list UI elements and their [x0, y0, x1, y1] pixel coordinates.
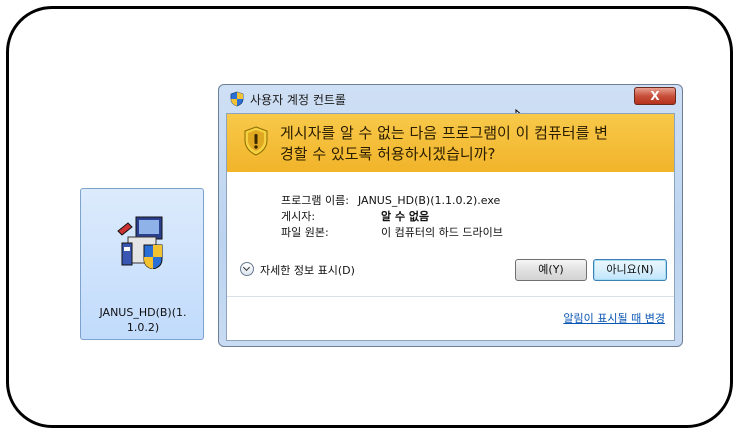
- program-info: 프로그램 이름: JANUS_HD(B)(1.1.0.2).exe 게시자: 알…: [281, 193, 511, 241]
- yes-button[interactable]: 예(Y): [515, 259, 587, 281]
- change-notification-link[interactable]: 알림이 표시될 때 변경: [563, 310, 665, 326]
- publisher-key: 게시자:: [281, 210, 316, 223]
- footer-divider: [227, 296, 674, 297]
- installer-package-icon: [117, 216, 163, 269]
- desktop-file-item[interactable]: JANUS_HD(B)(1. 1.0.2): [80, 188, 204, 340]
- warning-message: 게시자를 알 수 없는 다음 프로그램이 이 컴퓨터를 변 경할 수 있도록 허…: [280, 124, 608, 163]
- dialog-title: 사용자 계정 컨트롤: [250, 93, 346, 107]
- chevron-down-icon[interactable]: [240, 262, 254, 276]
- no-button[interactable]: 아니요(N): [593, 259, 667, 281]
- file-origin-value: 이 컴퓨터의 하드 드라이브: [381, 226, 503, 239]
- program-name-value: JANUS_HD(B)(1.1.0.2).exe: [358, 194, 501, 207]
- dialog-body: 게시자를 알 수 없는 다음 프로그램이 이 컴퓨터를 변 경할 수 있도록 허…: [226, 113, 675, 341]
- file-name-label: JANUS_HD(B)(1. 1.0.2): [99, 306, 187, 334]
- title-bar[interactable]: 사용자 계정 컨트롤 X: [219, 85, 682, 112]
- uac-shield-icon: [230, 91, 244, 107]
- warning-shield-icon: [244, 126, 268, 156]
- close-button[interactable]: X: [634, 87, 676, 105]
- warning-banner: 게시자를 알 수 없는 다음 프로그램이 이 컴퓨터를 변 경할 수 있도록 허…: [227, 114, 674, 172]
- file-origin-key: 파일 원본:: [281, 226, 329, 239]
- uac-dialog: 사용자 계정 컨트롤 X 게시자를 알 수 없는 다음 프로그램이 이 컴퓨터를…: [218, 84, 683, 347]
- publisher-value: 알 수 없음: [381, 210, 430, 223]
- program-name-key: 프로그램 이름:: [281, 194, 349, 207]
- show-details-label[interactable]: 자세한 정보 표시(D): [260, 262, 355, 278]
